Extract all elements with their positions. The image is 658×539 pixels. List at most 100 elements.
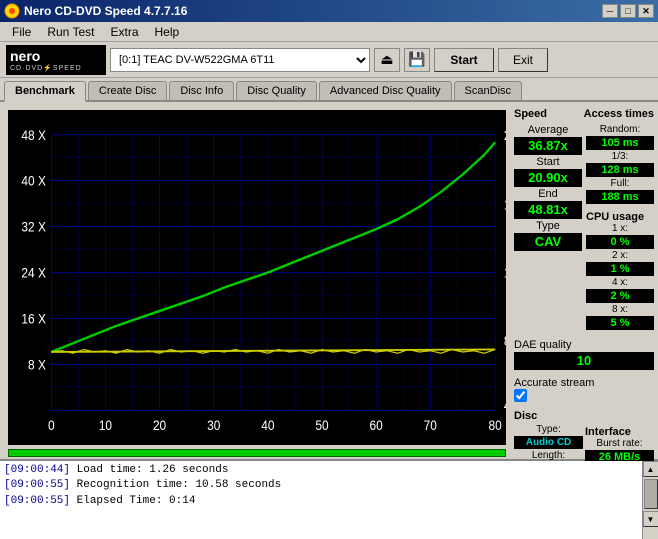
svg-text:20: 20: [153, 417, 166, 433]
cpu-2x-label: 2 x:: [586, 250, 654, 261]
svg-text:60: 60: [369, 417, 382, 433]
svg-text:80: 80: [489, 417, 502, 433]
drive-selector[interactable]: [0:1] TEAC DV-W522GMA 6T11: [110, 48, 370, 72]
third-value: 128 ms: [586, 163, 654, 177]
progress-bar-container: [8, 449, 506, 457]
log-time-1: [09:00:44]: [4, 464, 70, 476]
end-label: End: [514, 188, 582, 200]
progress-bar-fill: [9, 450, 505, 456]
svg-text:10: 10: [99, 417, 112, 433]
menu-file[interactable]: File: [4, 23, 39, 41]
third-label: 1/3:: [586, 151, 654, 162]
accurate-stream-row: [514, 389, 654, 402]
full-label: Full:: [586, 178, 654, 189]
chart-area: 48 X 40 X 32 X 24 X 16 X 8 X 20 16 12 8 …: [8, 110, 506, 445]
svg-text:4: 4: [504, 397, 506, 413]
svg-text:8: 8: [504, 333, 506, 349]
log-time-2: [09:00:55]: [4, 479, 70, 491]
tab-bar: Benchmark Create Disc Disc Info Disc Qua…: [0, 78, 658, 102]
accurate-section: Accurate stream: [514, 375, 654, 402]
tab-disc-info[interactable]: Disc Info: [169, 81, 234, 100]
interface-header: Interface: [585, 426, 654, 438]
menu-help[interactable]: Help: [147, 23, 188, 41]
burst-label: Burst rate:: [585, 438, 654, 449]
stream-label: stream: [561, 377, 595, 389]
type-value: CAV: [514, 233, 582, 251]
accurate-label: Accurate: [514, 377, 557, 389]
disc-header: Disc: [514, 410, 537, 422]
start-value: 20.90x: [514, 169, 582, 187]
titlebar-title: Nero CD-DVD Speed 4.7.7.16: [24, 4, 187, 18]
cpu-1x-value: 0 %: [586, 235, 654, 249]
svg-text:32 X: 32 X: [21, 219, 46, 235]
cpu-8x-value: 5 %: [586, 316, 654, 330]
svg-text:30: 30: [207, 417, 220, 433]
dae-value: 10: [514, 352, 654, 370]
log-line-2: [09:00:55] Recognition time: 10.58 secon…: [4, 478, 638, 493]
svg-text:0: 0: [48, 417, 55, 433]
cpu-4x-value: 2 %: [586, 289, 654, 303]
right-panel: Speed Access times Average 36.87x Start …: [510, 102, 658, 459]
main-content: 48 X 40 X 32 X 24 X 16 X 8 X 20 16 12 8 …: [0, 102, 658, 459]
tab-create-disc[interactable]: Create Disc: [88, 81, 167, 100]
svg-text:40: 40: [261, 417, 274, 433]
svg-text:16 X: 16 X: [21, 311, 46, 327]
tab-benchmark[interactable]: Benchmark: [4, 81, 86, 102]
svg-text:40 X: 40 X: [21, 173, 46, 189]
average-label: Average: [514, 124, 582, 136]
start-button[interactable]: Start: [434, 48, 494, 72]
dae-header: DAE quality: [514, 339, 571, 351]
log-scrollbar: ▲ ▼: [642, 461, 658, 539]
save-button[interactable]: 💾: [404, 48, 430, 72]
access-col: Random: 105 ms 1/3: 128 ms Full: 188 ms …: [586, 124, 654, 331]
svg-text:20: 20: [504, 127, 506, 143]
app-icon: [4, 3, 20, 19]
tab-scan-disc[interactable]: ScanDisc: [454, 81, 522, 100]
svg-text:16: 16: [504, 196, 506, 212]
scroll-up-button[interactable]: ▲: [643, 461, 658, 477]
eject-button[interactable]: ⏏: [374, 48, 400, 72]
dae-section: DAE quality 10: [514, 337, 654, 371]
average-value: 36.87x: [514, 137, 582, 155]
titlebar-left: Nero CD-DVD Speed 4.7.7.16: [4, 3, 187, 19]
menu-extra[interactable]: Extra: [102, 23, 146, 41]
log-content: [09:00:44] Load time: 1.26 seconds [09:0…: [0, 461, 642, 539]
minimize-button[interactable]: ─: [602, 4, 618, 18]
svg-text:70: 70: [424, 417, 437, 433]
log-text-3: Elapsed Time: 0:14: [77, 495, 196, 507]
svg-text:12: 12: [504, 265, 506, 281]
nero-product: CD·DVD⚡SPEED: [10, 64, 82, 72]
titlebar-controls: ─ □ ✕: [602, 4, 654, 18]
menubar: File Run Test Extra Help: [0, 22, 658, 42]
log-line-3: [09:00:55] Elapsed Time: 0:14: [4, 494, 638, 509]
scroll-down-button[interactable]: ▼: [643, 511, 658, 527]
tab-disc-quality[interactable]: Disc Quality: [236, 81, 317, 100]
toolbar: nero CD·DVD⚡SPEED [0:1] TEAC DV-W522GMA …: [0, 42, 658, 78]
log-text-1: Load time: 1.26 seconds: [77, 464, 229, 476]
close-button[interactable]: ✕: [638, 4, 654, 18]
log-text-2: Recognition time: 10.58 seconds: [77, 479, 282, 491]
exit-button[interactable]: Exit: [498, 48, 548, 72]
nero-logo: nero CD·DVD⚡SPEED: [6, 45, 106, 75]
tab-advanced-disc-quality[interactable]: Advanced Disc Quality: [319, 81, 452, 100]
end-value: 48.81x: [514, 201, 582, 219]
log-time-3: [09:00:55]: [4, 495, 70, 507]
svg-text:8 X: 8 X: [28, 357, 46, 373]
menu-run-test[interactable]: Run Test: [39, 23, 102, 41]
type-label: Type: [514, 220, 582, 232]
type-disc-label: Type:: [514, 424, 583, 435]
speed-col: Average 36.87x Start 20.90x End 48.81x T…: [514, 124, 582, 331]
random-label: Random:: [586, 124, 654, 135]
maximize-button[interactable]: □: [620, 4, 636, 18]
access-header: Access times: [584, 108, 654, 120]
cpu-2x-value: 1 %: [586, 262, 654, 276]
log-area: [09:00:44] Load time: 1.26 seconds [09:0…: [0, 459, 658, 539]
cpu-8x-label: 8 x:: [586, 304, 654, 315]
length-label: Length:: [514, 450, 583, 461]
titlebar: Nero CD-DVD Speed 4.7.7.16 ─ □ ✕: [0, 0, 658, 22]
start-label: Start: [514, 156, 582, 168]
scroll-thumb[interactable]: [644, 479, 658, 509]
svg-text:50: 50: [315, 417, 328, 433]
cpu-4x-label: 4 x:: [586, 277, 654, 288]
accurate-stream-checkbox[interactable]: [514, 389, 527, 402]
